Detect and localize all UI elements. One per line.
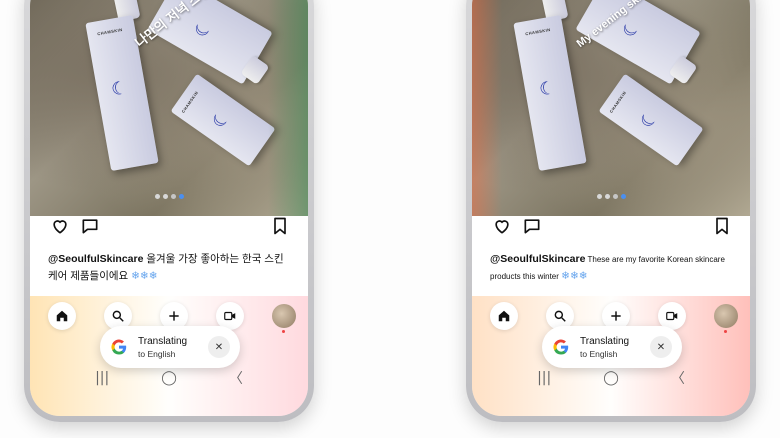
recents-icon[interactable]: ||| [95,370,109,386]
back-icon[interactable]: 〈 [229,368,243,388]
tab-home[interactable] [490,302,518,330]
post-actions [50,216,290,238]
search-icon [554,310,566,322]
translation-target: to English [580,348,618,359]
plus-icon [611,311,621,321]
brand-label: CHAMSKIN [524,26,551,37]
google-logo-icon [553,339,569,355]
translation-chip[interactable]: Translating to English ✕ [542,326,682,368]
brand-label: CHAMSKIN [96,26,123,37]
post-photo[interactable]: CHAMSKIN ☾ ☾ CHAMSKIN ☾ 나만의 저녁 스킨 [30,0,308,216]
avatar[interactable] [272,304,296,333]
carousel-dot-active [178,194,184,199]
home-nav-icon[interactable]: ◯ [603,370,619,386]
moon-logo-icon: ☾ [190,17,217,42]
carousel-dot [154,194,160,199]
home-nav-icon[interactable]: ◯ [161,370,177,386]
post-caption: @SeoulfulSkincare 올겨울 가장 좋아하는 한국 스킨케어 제품… [48,251,290,285]
moon-logo-icon: ☾ [618,17,645,42]
tab-home[interactable] [48,302,76,330]
phone-korean: CHAMSKIN ☾ ☾ CHAMSKIN ☾ 나만의 저녁 스킨 @Seoul… [24,0,314,422]
phone-screen: CHAMSKIN ☾ ☾ CHAMSKIN ☾ 나만의 저녁 스킨 @Seoul… [30,0,308,416]
moon-logo-icon: ☾ [109,77,130,101]
heart-icon[interactable] [492,216,512,236]
carousel-dot [596,194,602,199]
bookmark-icon[interactable] [270,216,290,236]
snowflake-emoji: ❄❄❄ [561,270,588,282]
comparison-stage: CHAMSKIN ☾ ☾ CHAMSKIN ☾ 나만의 저녁 스킨 @Seoul… [0,0,780,438]
post-actions [492,216,732,238]
translation-title: Translating [138,335,188,347]
carousel-dot [604,194,610,199]
close-icon[interactable]: ✕ [208,336,230,358]
translation-chip[interactable]: Translating to English ✕ [100,326,240,368]
moon-logo-icon: ☾ [636,107,663,133]
translation-target: to English [138,348,176,359]
close-icon[interactable]: ✕ [650,336,672,358]
product-box: CHAMSKIN ☾ [170,73,276,167]
translation-status: Translating to English [580,336,650,359]
back-icon[interactable]: 〈 [671,368,685,388]
video-icon [224,311,236,321]
search-icon [112,310,124,322]
system-nav-bar: ||| ◯ 〈 [472,368,750,388]
moon-logo-icon: ☾ [208,107,235,133]
snowflake-emoji: ❄❄❄ [131,270,158,282]
plus-icon [169,311,179,321]
product-box: CHAMSKIN ☾ [598,73,704,167]
system-nav-bar: ||| ◯ 〈 [30,368,308,388]
carousel-dot [612,194,618,199]
comment-icon[interactable] [522,216,542,236]
carousel-dot-active [620,194,626,199]
post-caption: @SeoulfulSkincare These are my favorite … [490,251,732,285]
google-logo-icon [111,339,127,355]
comment-icon[interactable] [80,216,100,236]
carousel-dot [170,194,176,199]
post-photo[interactable]: CHAMSKIN ☾ ☾ CHAMSKIN ☾ My evening skinc… [472,0,750,216]
moon-logo-icon: ☾ [537,77,558,101]
carousel-indicator [30,194,308,199]
caption-username[interactable]: @SeoulfulSkincare [490,253,585,265]
home-icon [56,310,68,322]
carousel-indicator [472,194,750,199]
brand-label: CHAMSKIN [608,90,628,114]
translation-status: Translating to English [138,336,208,359]
carousel-dot [162,194,168,199]
home-icon [498,310,510,322]
phone-english: CHAMSKIN ☾ ☾ CHAMSKIN ☾ My evening skinc… [466,0,756,422]
recents-icon[interactable]: ||| [537,370,551,386]
heart-icon[interactable] [50,216,70,236]
phone-screen: CHAMSKIN ☾ ☾ CHAMSKIN ☾ My evening skinc… [472,0,750,416]
brand-label: CHAMSKIN [180,90,200,114]
caption-username[interactable]: @SeoulfulSkincare [48,253,143,265]
avatar[interactable] [714,304,738,333]
video-icon [666,311,678,321]
translation-title: Translating [580,335,630,347]
bookmark-icon[interactable] [712,216,732,236]
